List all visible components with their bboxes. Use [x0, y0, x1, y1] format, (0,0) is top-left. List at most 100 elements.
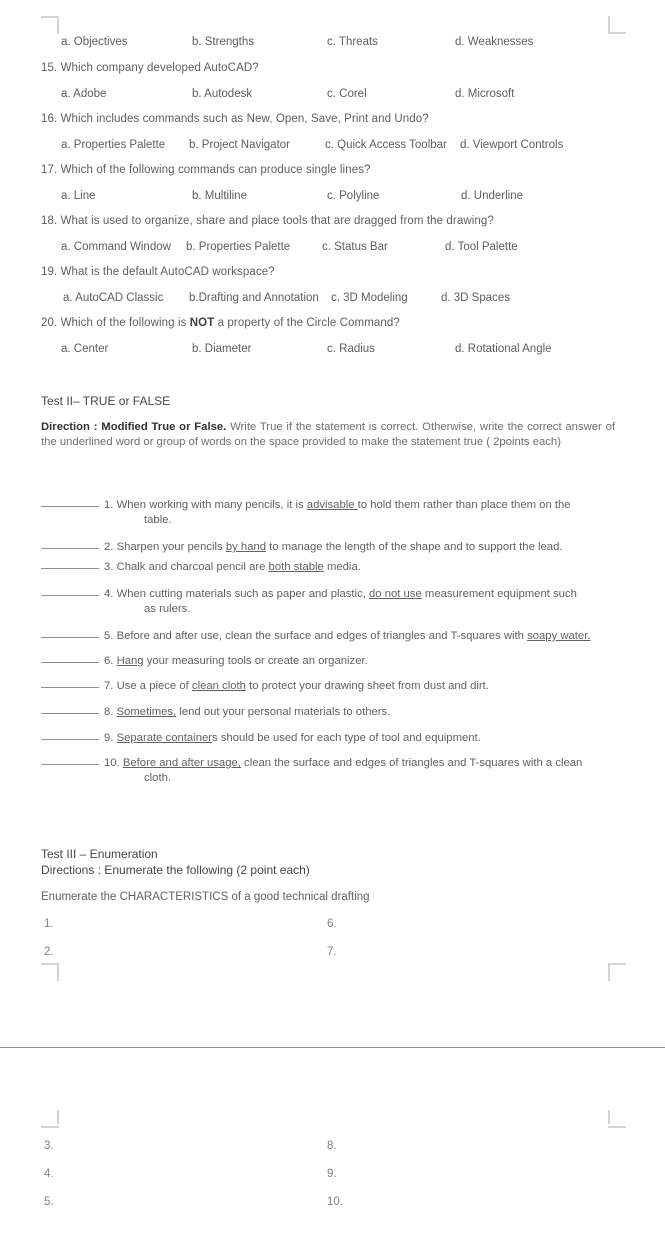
option-d: d. Underline	[461, 190, 524, 202]
option-a: a. Objectives	[61, 36, 128, 48]
option-c: c. Quick Access Toolbar	[325, 139, 447, 151]
answer-blank[interactable]	[41, 595, 99, 596]
answer-blank[interactable]	[41, 662, 99, 663]
option-d: d. Viewport Controls	[460, 139, 564, 151]
item-number: 5.	[104, 630, 117, 642]
underlined-phrase: soapy water.	[527, 630, 591, 642]
true-false-item: 2. Sharpen your pencils by hand to manag…	[41, 540, 621, 555]
answer-blank[interactable]	[41, 637, 99, 638]
underlined-phrase: Sometimes,	[116, 706, 177, 718]
item-text-continued: table.	[144, 514, 172, 526]
option-b: b. Properties Palette	[186, 241, 291, 253]
item-text-continued: cloth.	[144, 772, 172, 784]
option-b: b. Project Navigator	[189, 139, 290, 151]
question-20-stem-before: 20. Which of the following is	[41, 317, 190, 329]
option-a: a. Properties Palette	[61, 139, 166, 151]
option-c: c. Status Bar	[322, 241, 388, 253]
true-false-item: 4. When cutting materials such as paper …	[41, 587, 621, 617]
true-false-item: 9. Separate containers should be used fo…	[41, 731, 621, 746]
enum-item-2: 2.	[44, 946, 54, 958]
test2-direction-label: Direction : Modified True or False.	[41, 421, 227, 433]
item-text: When working with many pencils, it is	[116, 499, 307, 511]
question-17-stem: 17. Which of the following commands can …	[41, 164, 371, 176]
item-number: 3.	[104, 561, 117, 573]
item-text: Chalk and charcoal pencil are	[116, 561, 269, 573]
answer-blank[interactable]	[41, 548, 99, 549]
underlined-phrase: do not use	[369, 588, 422, 600]
option-b: b. Strengths	[192, 36, 255, 48]
enum-item-9: 9.	[327, 1168, 337, 1180]
underlined-phrase: by hand	[225, 541, 267, 553]
crop-mark-page1-bottom-left	[41, 963, 59, 981]
option-d: d. Tool Palette	[445, 241, 518, 253]
answer-blank[interactable]	[41, 568, 99, 569]
underlined-phrase: Separate container	[116, 732, 213, 744]
option-d: d. Microsoft	[455, 88, 515, 100]
item-number: 1.	[104, 499, 117, 511]
item-text: your measuring tools or create an organi…	[143, 655, 368, 667]
test3-directions: Directions : Enumerate the following (2 …	[41, 863, 310, 877]
item-text-continued: as rulers.	[144, 603, 191, 615]
underlined-phrase: Before and after usage,	[122, 757, 241, 769]
option-a: a. AutoCAD Classic	[63, 292, 164, 304]
option-d: d. Rotational Angle	[455, 343, 552, 355]
enum-item-8: 8.	[327, 1140, 337, 1152]
item-number: 4.	[104, 588, 117, 600]
item-text: Before and after use, clean the surface …	[116, 630, 528, 642]
item-number: 2.	[104, 541, 117, 553]
underlined-phrase: Hang	[116, 655, 144, 667]
option-a: a. Center	[61, 343, 109, 355]
page-divider	[0, 1047, 665, 1048]
test2-title: Test II– TRUE or FALSE	[41, 394, 171, 408]
true-false-item: 8. Sometimes, lend out your personal mat…	[41, 705, 621, 720]
item-text: s should be used for each type of tool a…	[212, 732, 481, 744]
answer-blank[interactable]	[41, 506, 99, 507]
option-a: a. Line	[61, 190, 96, 202]
option-c: c. Radius	[327, 343, 375, 355]
item-text: Use a piece of	[116, 680, 192, 692]
item-number: 8.	[104, 706, 117, 718]
test2-direction: Direction : Modified True or False. Writ…	[41, 420, 615, 450]
item-text: When cutting materials such as paper and…	[116, 588, 369, 600]
enum-item-5: 5.	[44, 1196, 54, 1208]
true-false-item: 6. Hang your measuring tools or create a…	[41, 654, 621, 669]
option-b: b. Multiline	[192, 190, 247, 202]
true-false-item: 5. Before and after use, clean the surfa…	[41, 629, 621, 644]
crop-mark-top-left	[41, 16, 59, 34]
question-20-stem: 20. Which of the following is NOT a prop…	[41, 317, 400, 329]
option-b: b. Diameter	[192, 343, 252, 355]
item-text: to protect your drawing sheet from dust …	[245, 680, 489, 692]
answer-blank[interactable]	[41, 739, 99, 740]
question-19-stem: 19. What is the default AutoCAD workspac…	[41, 266, 275, 278]
true-false-item: 1. When working with many pencils, it is…	[41, 498, 621, 528]
answer-blank[interactable]	[41, 713, 99, 714]
answer-blank[interactable]	[41, 764, 99, 765]
option-b: b.Drafting and Annotation	[189, 292, 319, 304]
enum-item-3: 3.	[44, 1140, 54, 1152]
option-a: a. Adobe	[61, 88, 107, 100]
option-d: d. 3D Spaces	[441, 292, 511, 304]
item-text: media.	[323, 561, 361, 573]
item-number: 7.	[104, 680, 117, 692]
question-15-stem: 15. Which company developed AutoCAD?	[41, 62, 259, 74]
item-text: measurement equipment such	[421, 588, 577, 600]
item-text: to manage the length of the shape and to…	[266, 541, 563, 553]
test3-title: Test III – Enumeration	[41, 847, 158, 861]
answer-blank[interactable]	[41, 687, 99, 688]
item-text: Sharpen your pencils	[116, 541, 226, 553]
true-false-item: 7. Use a piece of clean cloth to protect…	[41, 679, 621, 694]
item-text: lend out your personal materials to othe…	[176, 706, 391, 718]
crop-mark-page2-top-left	[41, 1110, 59, 1128]
option-c: c. Threats	[327, 36, 378, 48]
option-a: a. Command Window	[61, 241, 171, 253]
enum-item-6: 6.	[327, 918, 337, 930]
enum-item-1: 1.	[44, 918, 54, 930]
worksheet-page: a. Objectives b. Strengths c. Threats d.…	[0, 0, 665, 1240]
crop-mark-page1-bottom-right	[608, 963, 626, 981]
underlined-phrase: clean cloth	[191, 680, 246, 692]
enum-item-10: 10.	[327, 1196, 343, 1208]
option-b: b. Autodesk	[192, 88, 253, 100]
question-20-stem-emphasis: NOT	[189, 317, 215, 329]
item-text: to hold them rather than place them on t…	[357, 499, 571, 511]
option-d: d. Weaknesses	[455, 36, 534, 48]
